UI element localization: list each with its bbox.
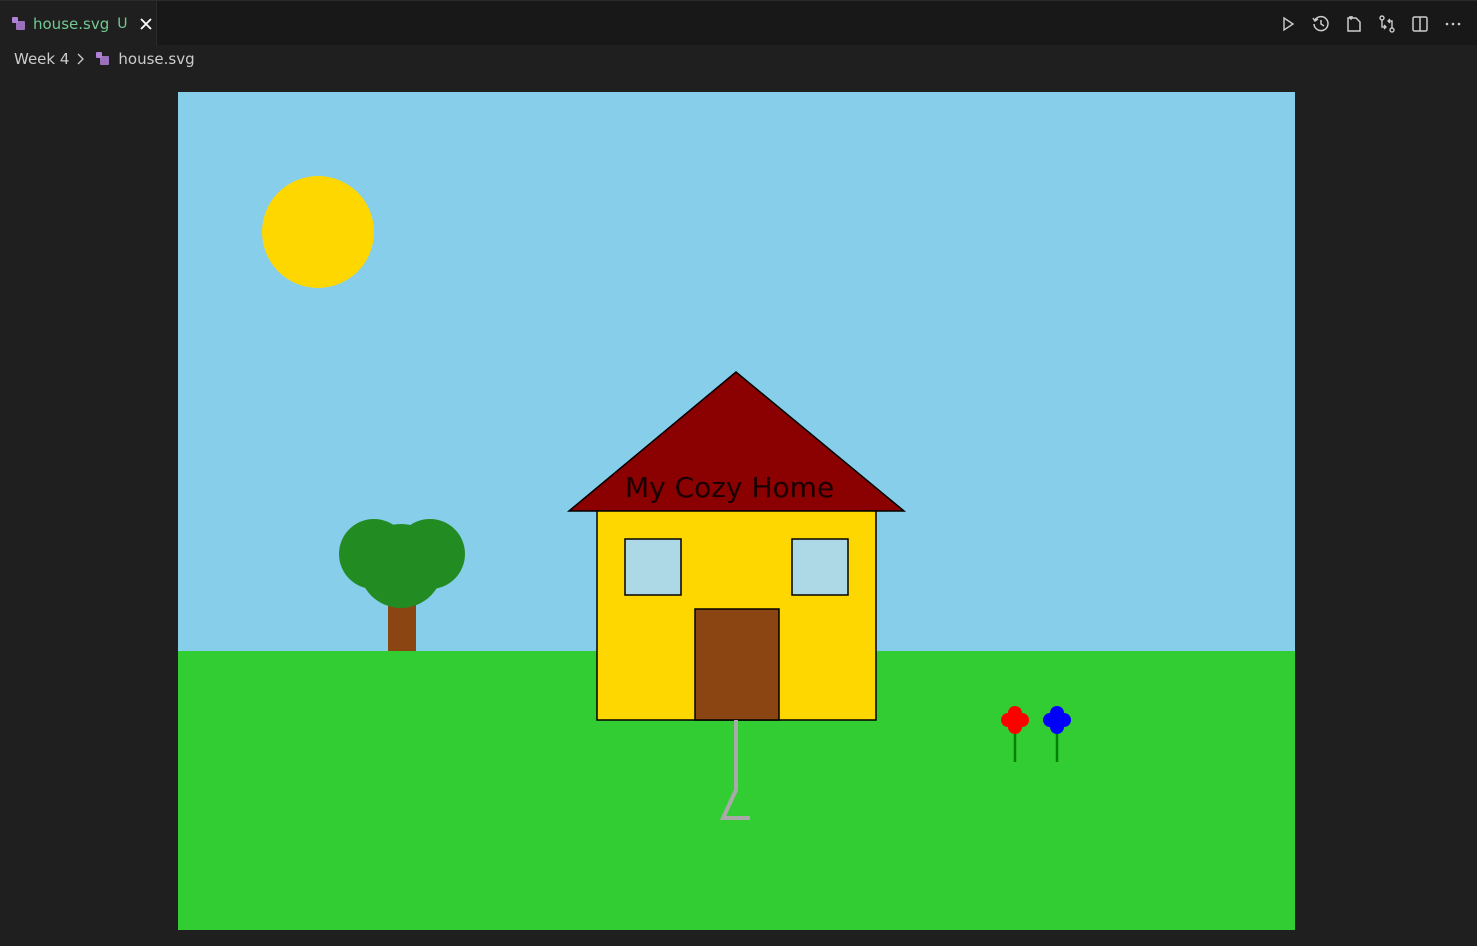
compare-changes-button[interactable] — [1377, 14, 1397, 34]
window-left — [624, 538, 682, 596]
split-editor-icon — [1412, 15, 1428, 32]
sun — [262, 176, 374, 288]
door — [694, 608, 780, 721]
breadcrumb-folder[interactable]: Week 4 — [14, 50, 69, 68]
history-icon — [1312, 15, 1329, 31]
tab-house-svg[interactable]: house.svg U — [0, 1, 157, 46]
play-icon — [1283, 16, 1295, 31]
breadcrumb-file[interactable]: house.svg — [118, 50, 194, 68]
window-right — [791, 538, 849, 596]
file-icon — [1347, 15, 1361, 32]
svg-preview: My Cozy Home — [178, 92, 1295, 930]
git-compare-icon — [1379, 14, 1395, 33]
roof-text: My Cozy Home — [625, 471, 834, 504]
chevron-right-icon — [77, 53, 85, 65]
run-button[interactable] — [1278, 14, 1298, 34]
open-changes-button[interactable] — [1344, 14, 1364, 34]
editor-actions — [1278, 1, 1463, 46]
breadcrumb: Week 4 house.svg — [14, 46, 195, 72]
svg-file-icon — [96, 52, 110, 65]
split-editor-button[interactable] — [1410, 14, 1430, 34]
more-actions-button[interactable] — [1443, 14, 1463, 34]
timeline-button[interactable] — [1311, 14, 1331, 34]
svg-file-icon — [12, 16, 25, 30]
untracked-status-badge: U — [117, 15, 128, 32]
editor-tab-bar: house.svg U — [0, 0, 1477, 46]
tree-leaves-center — [359, 524, 443, 608]
ellipsis-icon — [1445, 22, 1461, 25]
tab-title: house.svg — [33, 14, 110, 33]
close-icon[interactable] — [139, 17, 153, 31]
